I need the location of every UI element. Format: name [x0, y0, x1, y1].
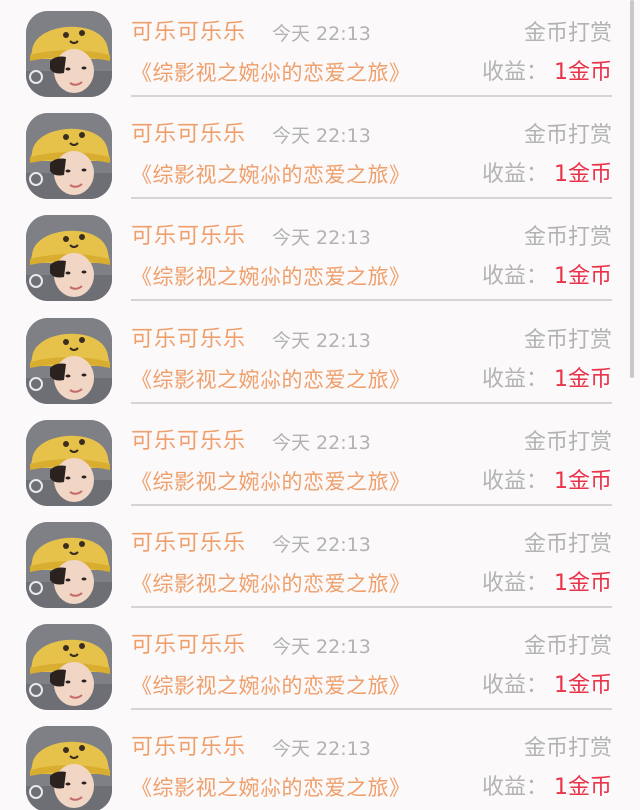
income: 收益： 1金币	[482, 671, 612, 701]
income: 收益： 1金币	[482, 160, 612, 190]
income-label: 收益：	[481, 60, 548, 85]
income-value: 1金币	[554, 60, 612, 85]
book-title-link[interactable]: 《综影视之婉尛的恋爱之旅》	[131, 569, 411, 599]
username[interactable]: 可乐可乐乐	[131, 733, 246, 763]
reward-record-item[interactable]: 可乐可乐乐 今天 22:13 金币打赏 《综影视之婉尛的恋爱之旅》 收益： 1金币	[0, 106, 640, 208]
username[interactable]: 可乐可乐乐	[131, 18, 246, 48]
divider	[131, 504, 612, 506]
username[interactable]: 可乐可乐乐	[131, 631, 246, 661]
user-avatar[interactable]	[26, 113, 112, 199]
avatar-image	[26, 420, 112, 506]
username[interactable]: 可乐可乐乐	[131, 529, 246, 559]
reward-type: 金币打赏	[523, 21, 612, 46]
timestamp: 今天 22:13	[272, 227, 371, 249]
income: 收益： 1金币	[482, 365, 612, 395]
username[interactable]: 可乐可乐乐	[131, 325, 246, 355]
divider	[131, 708, 612, 710]
income: 收益： 1金币	[482, 467, 612, 497]
reward-record-item[interactable]: 可乐可乐乐 今天 22:13 金币打赏 《综影视之婉尛的恋爱之旅》 收益： 1金币	[0, 515, 640, 617]
divider	[131, 402, 612, 404]
income-value: 1金币	[554, 775, 612, 800]
book-title-link[interactable]: 《综影视之婉尛的恋爱之旅》	[131, 262, 411, 292]
income-label: 收益：	[481, 673, 548, 698]
book-title-link[interactable]: 《综影视之婉尛的恋爱之旅》	[131, 160, 411, 190]
avatar-image	[26, 215, 112, 301]
divider	[131, 606, 612, 608]
reward-type: 金币打赏	[523, 430, 612, 455]
user-avatar[interactable]	[26, 726, 112, 810]
timestamp: 今天 22:13	[272, 432, 371, 454]
book-title-link[interactable]: 《综影视之婉尛的恋爱之旅》	[131, 671, 411, 701]
reward-record-item[interactable]: 可乐可乐乐 今天 22:13 金币打赏 《综影视之婉尛的恋爱之旅》 收益： 1金币	[0, 617, 640, 719]
timestamp: 今天 22:13	[272, 125, 371, 147]
reward-type: 金币打赏	[523, 736, 612, 761]
reward-record-item[interactable]: 可乐可乐乐 今天 22:13 金币打赏 《综影视之婉尛的恋爱之旅》 收益： 1金币	[0, 4, 640, 106]
book-title-link[interactable]: 《综影视之婉尛的恋爱之旅》	[131, 58, 411, 88]
username[interactable]: 可乐可乐乐	[131, 120, 246, 150]
income-value: 1金币	[554, 673, 612, 698]
reward-record-item[interactable]: 可乐可乐乐 今天 22:13 金币打赏 《综影视之婉尛的恋爱之旅》 收益： 1金币	[0, 208, 640, 310]
user-avatar[interactable]	[26, 420, 112, 506]
reward-record-item[interactable]: 可乐可乐乐 今天 22:13 金币打赏 《综影视之婉尛的恋爱之旅》 收益： 1金币	[0, 413, 640, 515]
divider	[131, 197, 612, 199]
username[interactable]: 可乐可乐乐	[131, 222, 246, 252]
reward-type: 金币打赏	[523, 123, 612, 148]
reward-record-item[interactable]: 可乐可乐乐 今天 22:13 金币打赏 《综影视之婉尛的恋爱之旅》 收益： 1金币	[0, 719, 640, 810]
divider	[131, 299, 612, 301]
income-label: 收益：	[481, 571, 548, 596]
book-title-link[interactable]: 《综影视之婉尛的恋爱之旅》	[131, 773, 411, 803]
avatar-image	[26, 11, 112, 97]
reward-type: 金币打赏	[523, 634, 612, 659]
username[interactable]: 可乐可乐乐	[131, 427, 246, 457]
reward-type: 金币打赏	[523, 328, 612, 353]
book-title-link[interactable]: 《综影视之婉尛的恋爱之旅》	[131, 365, 411, 395]
income: 收益： 1金币	[482, 569, 612, 599]
income-label: 收益：	[481, 367, 548, 392]
timestamp: 今天 22:13	[272, 738, 371, 760]
user-avatar[interactable]	[26, 11, 112, 97]
income-value: 1金币	[554, 264, 612, 289]
user-avatar[interactable]	[26, 522, 112, 608]
reward-type: 金币打赏	[523, 225, 612, 250]
avatar-image	[26, 624, 112, 710]
income: 收益： 1金币	[482, 262, 612, 292]
divider	[131, 95, 612, 97]
income-label: 收益：	[481, 469, 548, 494]
user-avatar[interactable]	[26, 215, 112, 301]
reward-record-item[interactable]: 可乐可乐乐 今天 22:13 金币打赏 《综影视之婉尛的恋爱之旅》 收益： 1金币	[0, 311, 640, 413]
income-label: 收益：	[481, 162, 548, 187]
income-value: 1金币	[554, 367, 612, 392]
avatar-image	[26, 726, 112, 810]
user-avatar[interactable]	[26, 624, 112, 710]
income-value: 1金币	[554, 469, 612, 494]
timestamp: 今天 22:13	[272, 534, 371, 556]
reward-record-list[interactable]: 可乐可乐乐 今天 22:13 金币打赏 《综影视之婉尛的恋爱之旅》 收益： 1金币	[0, 0, 640, 810]
reward-type: 金币打赏	[523, 532, 612, 557]
income-label: 收益：	[481, 264, 548, 289]
avatar-image	[26, 113, 112, 199]
avatar-image	[26, 318, 112, 404]
income-value: 1金币	[554, 162, 612, 187]
book-title-link[interactable]: 《综影视之婉尛的恋爱之旅》	[131, 467, 411, 497]
timestamp: 今天 22:13	[272, 636, 371, 658]
income-label: 收益：	[481, 775, 548, 800]
income-value: 1金币	[554, 571, 612, 596]
avatar-image	[26, 522, 112, 608]
timestamp: 今天 22:13	[272, 23, 371, 45]
income: 收益： 1金币	[482, 773, 612, 803]
income: 收益： 1金币	[482, 58, 612, 88]
user-avatar[interactable]	[26, 318, 112, 404]
timestamp: 今天 22:13	[272, 330, 371, 352]
